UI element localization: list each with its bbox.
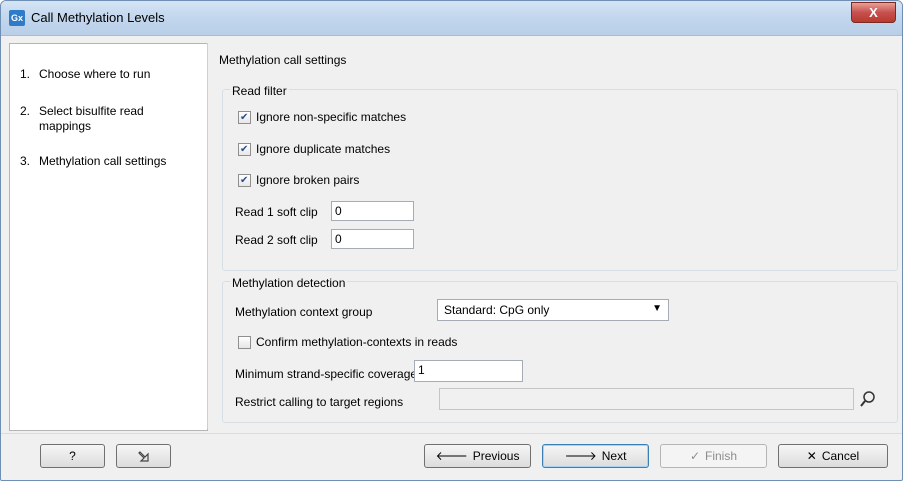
- context-group-value: Standard: CpG only: [444, 303, 550, 317]
- help-button[interactable]: ?: [40, 444, 105, 468]
- methylation-detection-title: Methylation detection: [230, 276, 348, 290]
- step-number: 2.: [20, 104, 31, 118]
- step-label: Select bisulfite read mappings: [39, 104, 144, 133]
- previous-label: Previous: [472, 449, 520, 463]
- min-coverage-input[interactable]: 1: [414, 360, 523, 382]
- read1-softclip-input[interactable]: 0: [331, 201, 414, 221]
- wizard-steps-panel: 1. Choose where to run 2. Select bisulfi…: [9, 43, 208, 431]
- read2-softclip-input[interactable]: 0: [331, 229, 414, 249]
- cancel-label: Cancel: [821, 449, 860, 463]
- ignore-nonspecific-checkbox[interactable]: [238, 110, 251, 124]
- footer-separator: [1, 433, 902, 434]
- ignore-duplicate-checkbox[interactable]: [238, 142, 251, 156]
- ignore-broken-row[interactable]: Ignore broken pairs: [238, 173, 359, 187]
- chevron-down-icon: ▼: [652, 303, 662, 314]
- ignore-duplicate-label: Ignore duplicate matches: [256, 142, 391, 156]
- finish-label: Finish: [705, 449, 738, 463]
- arrow-right-icon: 🡒: [564, 449, 597, 463]
- min-coverage-label: Minimum strand-specific coverage: [235, 367, 418, 381]
- app-icon: Gx: [9, 10, 25, 26]
- window-title: Call Methylation Levels: [31, 10, 165, 25]
- settings-panel: Methylation call settings Read filter Ig…: [207, 43, 901, 429]
- confirm-contexts-checkbox[interactable]: [238, 335, 251, 349]
- context-group-select[interactable]: Standard: CpG only ▼: [437, 299, 669, 321]
- ignore-broken-checkbox[interactable]: [238, 173, 251, 187]
- confirm-contexts-row[interactable]: Confirm methylation-contexts in reads: [238, 335, 457, 349]
- ignore-nonspecific-label: Ignore non-specific matches: [256, 110, 407, 124]
- next-button[interactable]: 🡒 Next: [542, 444, 649, 468]
- step-number: 3.: [20, 154, 31, 168]
- dialog-window: Gx Call Methylation Levels X 1. Choose w…: [0, 0, 903, 481]
- step-label: Methylation call settings: [39, 154, 167, 168]
- restrict-regions-label: Restrict calling to target regions: [235, 395, 404, 409]
- restore-defaults-button[interactable]: [116, 444, 171, 468]
- read-filter-group: Read filter Ignore non-specific matches …: [222, 84, 898, 271]
- section-title: Methylation call settings: [219, 53, 347, 67]
- close-button[interactable]: X: [851, 2, 896, 23]
- previous-button[interactable]: 🡐 Previous: [424, 444, 531, 468]
- check-icon: ✓: [689, 449, 701, 463]
- next-label: Next: [601, 449, 627, 463]
- context-group-label: Methylation context group: [235, 305, 373, 319]
- title-bar[interactable]: Gx Call Methylation Levels X: [1, 1, 902, 36]
- browse-icon[interactable]: [859, 390, 877, 408]
- ignore-nonspecific-row[interactable]: Ignore non-specific matches: [238, 110, 406, 124]
- step-label: Choose where to run: [39, 67, 151, 81]
- step-number: 1.: [20, 67, 31, 81]
- ignore-duplicate-row[interactable]: Ignore duplicate matches: [238, 142, 390, 156]
- cancel-button[interactable]: ✕ Cancel: [778, 444, 888, 468]
- restrict-regions-input[interactable]: [439, 388, 854, 410]
- finish-button[interactable]: ✓ Finish: [660, 444, 767, 468]
- methylation-detection-group: Methylation detection Methylation contex…: [222, 276, 898, 423]
- read2-softclip-label: Read 2 soft clip: [235, 233, 318, 247]
- reset-icon: [137, 450, 149, 462]
- confirm-contexts-label: Confirm methylation-contexts in reads: [256, 335, 458, 349]
- read1-softclip-label: Read 1 soft clip: [235, 205, 318, 219]
- read-filter-title: Read filter: [230, 84, 289, 98]
- arrow-left-icon: 🡐: [435, 449, 468, 463]
- close-icon: ✕: [806, 449, 817, 463]
- ignore-broken-label: Ignore broken pairs: [256, 173, 360, 187]
